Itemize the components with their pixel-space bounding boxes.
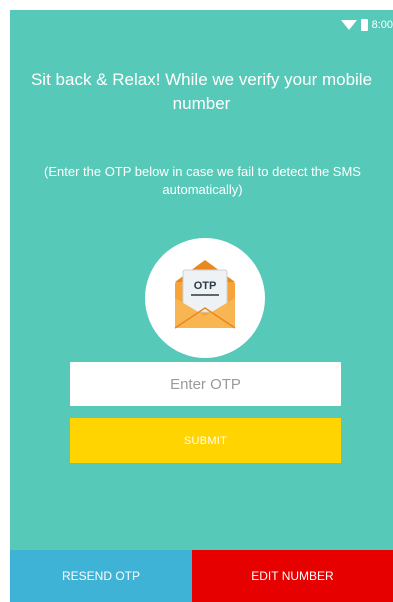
otp-verification-screen: 8:00 Sit back & Relax! While we verify y… — [10, 10, 393, 602]
status-bar: 8:00 — [10, 10, 393, 42]
otp-instruction: (Enter the OTP below in case we fail to … — [44, 164, 361, 197]
envelope-illustration: OTP — [145, 238, 265, 358]
status-icons: 8:00 — [340, 19, 393, 31]
edit-number-button[interactable]: EDIT NUMBER — [192, 550, 393, 602]
battery-icon — [360, 19, 368, 31]
resend-otp-button[interactable]: RESEND OTP — [10, 550, 192, 602]
otp-letter-text: OTP — [194, 280, 217, 292]
wifi-icon — [340, 20, 357, 30]
otp-input[interactable] — [70, 362, 341, 406]
bottom-action-bar: RESEND OTP EDIT NUMBER — [10, 550, 393, 602]
submit-button[interactable]: SUBMIT — [70, 418, 341, 463]
open-envelope-icon: OTP — [174, 260, 236, 329]
status-time: 8:00 — [371, 19, 393, 31]
page-headline: Sit back & Relax! While we verify your m… — [30, 70, 373, 113]
